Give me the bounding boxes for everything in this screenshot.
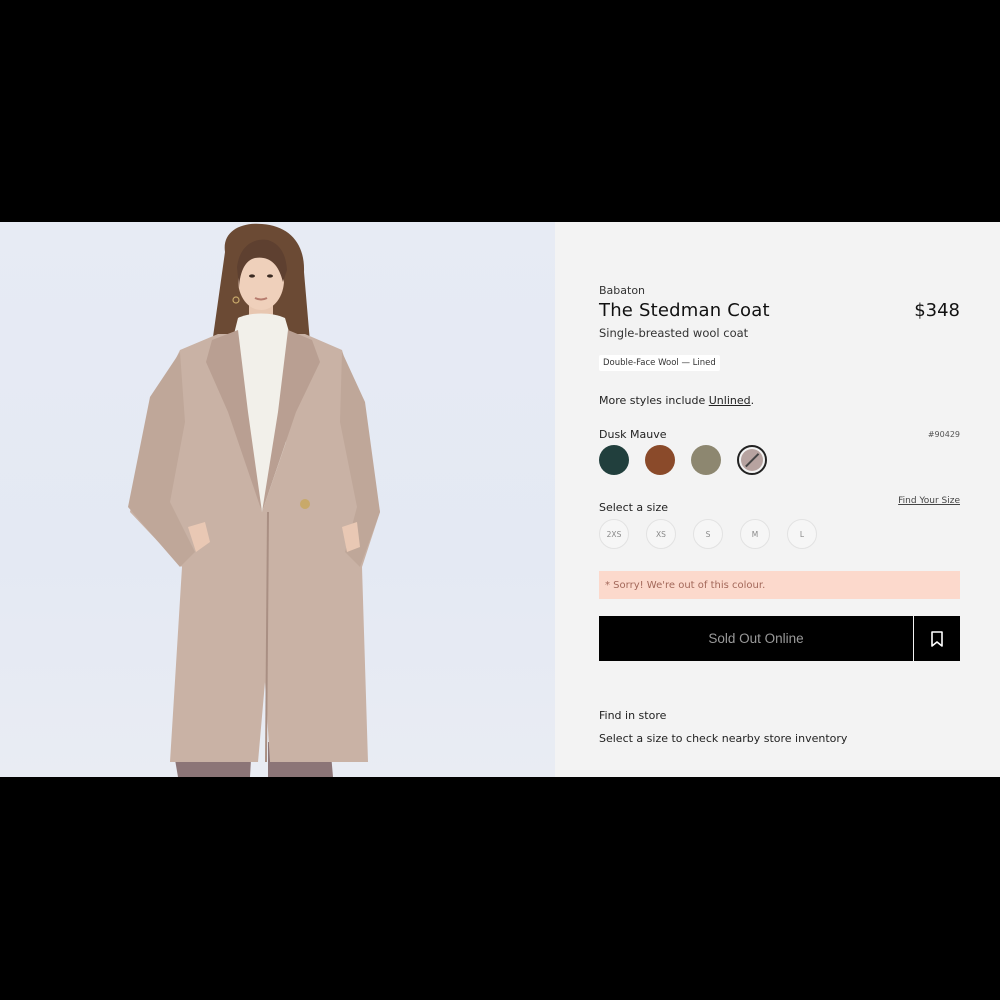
product-sku: #90429 (927, 430, 960, 439)
swatch-rust-brown[interactable] (645, 445, 675, 475)
more-styles-prefix: More styles include (599, 394, 709, 407)
size-option-2xs[interactable]: 2XS (599, 519, 629, 549)
swatch-olive-khaki[interactable] (691, 445, 721, 475)
find-in-store-title: Find in store (599, 709, 667, 722)
selected-colour-name: Dusk Mauve (599, 428, 667, 441)
size-option-m[interactable]: M (740, 519, 770, 549)
product-title: The Stedman Coat (599, 300, 770, 321)
product-price: $348 (914, 300, 960, 321)
find-your-size-link[interactable]: Find Your Size (898, 496, 960, 506)
size-option-l[interactable]: L (787, 519, 817, 549)
product-subtitle: Single-breasted wool coat (599, 326, 749, 340)
save-to-wishlist-button[interactable] (914, 616, 960, 661)
size-option-xs[interactable]: XS (646, 519, 676, 549)
size-options: 2XS XS S M L (599, 519, 817, 549)
brand-name: Babaton (599, 284, 646, 297)
find-in-store-subtitle: Select a size to check nearby store inve… (599, 732, 848, 745)
swatch-dark-teal[interactable] (599, 445, 629, 475)
size-option-s[interactable]: S (693, 519, 723, 549)
model-wearing-coat-image (128, 223, 380, 777)
size-label: Select a size (599, 501, 668, 514)
sold-out-button[interactable]: Sold Out Online (599, 616, 913, 661)
colour-swatches (599, 445, 767, 475)
unlined-link[interactable]: Unlined (709, 394, 751, 407)
product-info-panel: Babaton The Stedman Coat $348 Single-bre… (555, 222, 1000, 777)
out-of-colour-alert: * Sorry! We're out of this colour. (599, 571, 960, 599)
swatch-dusk-mauve[interactable] (737, 445, 767, 475)
more-styles-text: More styles include Unlined. (599, 394, 754, 407)
product-page: Babaton The Stedman Coat $348 Single-bre… (0, 222, 1000, 777)
fabric-tag: Double-Face Wool — Lined (599, 355, 720, 371)
product-photo (0, 222, 555, 777)
more-styles-suffix: . (750, 394, 755, 407)
bookmark-icon (931, 630, 943, 647)
